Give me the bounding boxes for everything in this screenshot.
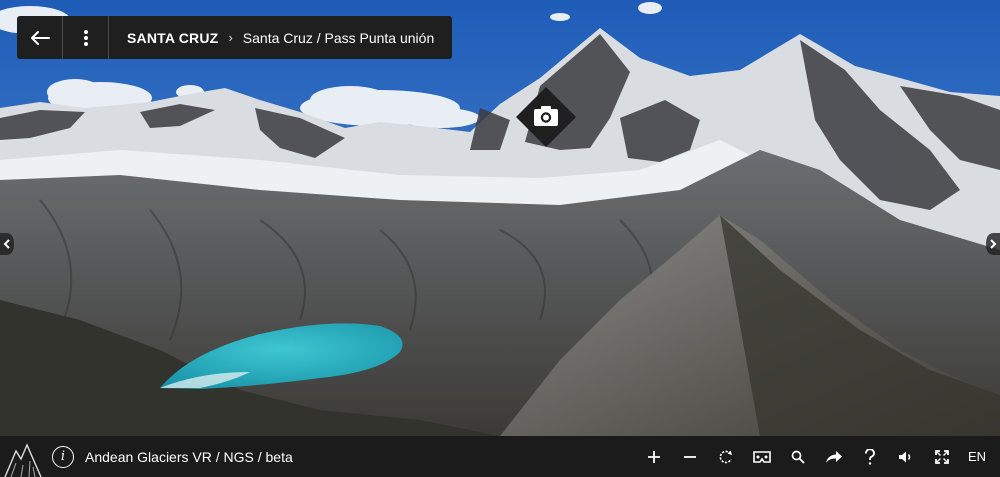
zoom-in-icon (648, 450, 660, 463)
bottom-toolbar: i Andean Glaciers VR / NGS / beta EN (0, 436, 1000, 477)
more-vertical-icon (83, 29, 88, 46)
camera-icon (534, 106, 558, 126)
toolbar-tools: EN (636, 436, 1000, 477)
top-navigation-bar: SANTA CRUZ › Santa Cruz / Pass Punta uni… (17, 16, 453, 59)
vr-mode-button[interactable] (744, 436, 780, 477)
language-selector[interactable]: EN (960, 436, 994, 477)
zoom-in-button[interactable] (636, 436, 672, 477)
zoom-out-button[interactable] (672, 436, 708, 477)
rotate-icon (719, 450, 733, 463)
fullscreen-icon (935, 449, 949, 464)
breadcrumb: SANTA CRUZ › Santa Cruz / Pass Punta uni… (109, 16, 452, 59)
arrow-left-icon (30, 30, 50, 45)
help-button[interactable] (852, 436, 888, 477)
previous-scene-button[interactable] (0, 233, 14, 255)
next-scene-button[interactable] (986, 233, 1000, 255)
search-button[interactable] (780, 436, 816, 477)
photo-hotspot[interactable] (515, 86, 577, 148)
panorama-view[interactable] (0, 0, 1000, 436)
info-button[interactable]: i (52, 445, 74, 468)
tour-title: Andean Glaciers VR / NGS / beta (85, 448, 293, 465)
chevron-left-icon (0, 233, 14, 255)
zoom-out-icon (684, 455, 696, 458)
chevron-right-icon (986, 233, 1000, 255)
menu-button[interactable] (63, 16, 109, 59)
breadcrumb-current: Santa Cruz / Pass Punta unión (242, 29, 435, 46)
volume-button[interactable] (888, 436, 924, 477)
search-icon (791, 450, 805, 464)
breadcrumb-root[interactable]: SANTA CRUZ (127, 30, 218, 46)
volume-icon (899, 451, 911, 462)
autorotate-button[interactable] (708, 436, 744, 477)
fullscreen-button[interactable] (924, 436, 960, 477)
back-button[interactable] (17, 16, 63, 59)
share-button[interactable] (816, 436, 852, 477)
vr-headset-icon (753, 450, 771, 463)
breadcrumb-separator: › (228, 30, 233, 45)
help-icon (865, 448, 875, 465)
mountain-logo-icon[interactable] (0, 436, 46, 477)
share-icon (826, 450, 842, 463)
